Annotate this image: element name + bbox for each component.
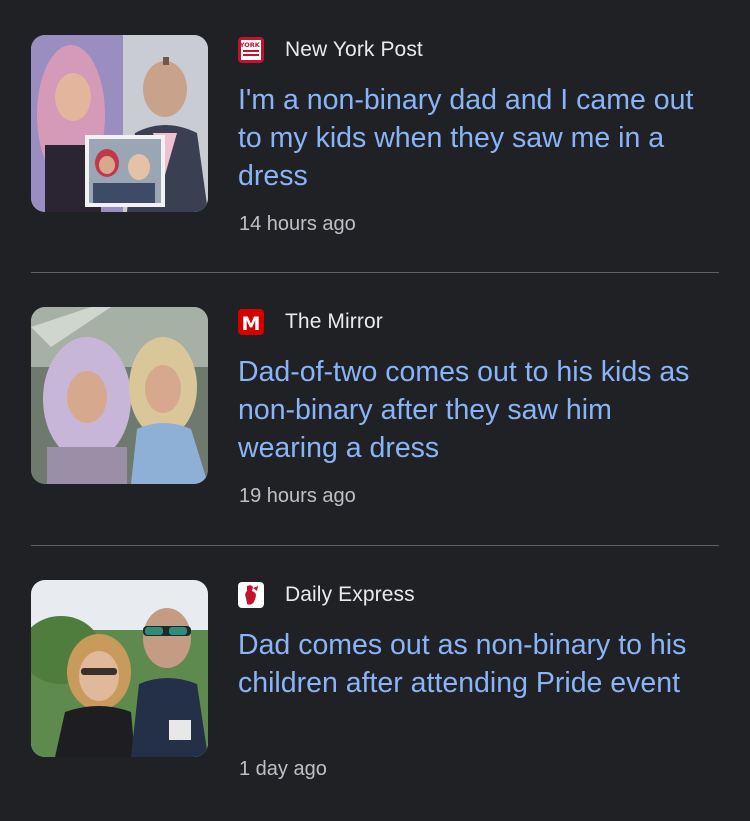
- article-card[interactable]: NEW YORK POST New York Post I'm a non-bi…: [0, 0, 750, 271]
- source-row: Daily Express: [238, 582, 415, 608]
- article-headline[interactable]: Dad-of-two comes out to his kids as non-…: [238, 353, 718, 467]
- article-timestamp: 1 day ago: [239, 758, 327, 780]
- article-headline[interactable]: Dad comes out as non-binary to his child…: [238, 626, 718, 702]
- article-thumbnail[interactable]: [31, 580, 208, 757]
- news-feed: NEW YORK POST New York Post I'm a non-bi…: [0, 0, 750, 821]
- source-name: Daily Express: [285, 583, 415, 606]
- article-headline[interactable]: I'm a non-binary dad and I came out to m…: [238, 81, 718, 195]
- article-timestamp: 19 hours ago: [239, 485, 356, 507]
- article-thumbnail[interactable]: [31, 35, 208, 212]
- svg-text:M: M: [242, 313, 261, 335]
- source-row: NEW YORK POST New York Post: [238, 37, 423, 63]
- svg-text:NEW YORK POST: NEW YORK POST: [238, 41, 264, 49]
- new-york-post-logo: NEW YORK POST: [238, 37, 264, 63]
- the-mirror-logo: M: [238, 309, 264, 335]
- article-thumbnail[interactable]: [31, 307, 208, 484]
- article-timestamp: 14 hours ago: [239, 213, 356, 235]
- article-card[interactable]: Daily Express Dad comes out as non-binar…: [0, 545, 750, 816]
- source-name: New York Post: [285, 38, 423, 61]
- source-name: The Mirror: [285, 310, 383, 333]
- article-card[interactable]: M The Mirror Dad-of-two comes out to his…: [0, 272, 750, 543]
- source-row: M The Mirror: [238, 309, 383, 335]
- daily-express-logo: [238, 582, 264, 608]
